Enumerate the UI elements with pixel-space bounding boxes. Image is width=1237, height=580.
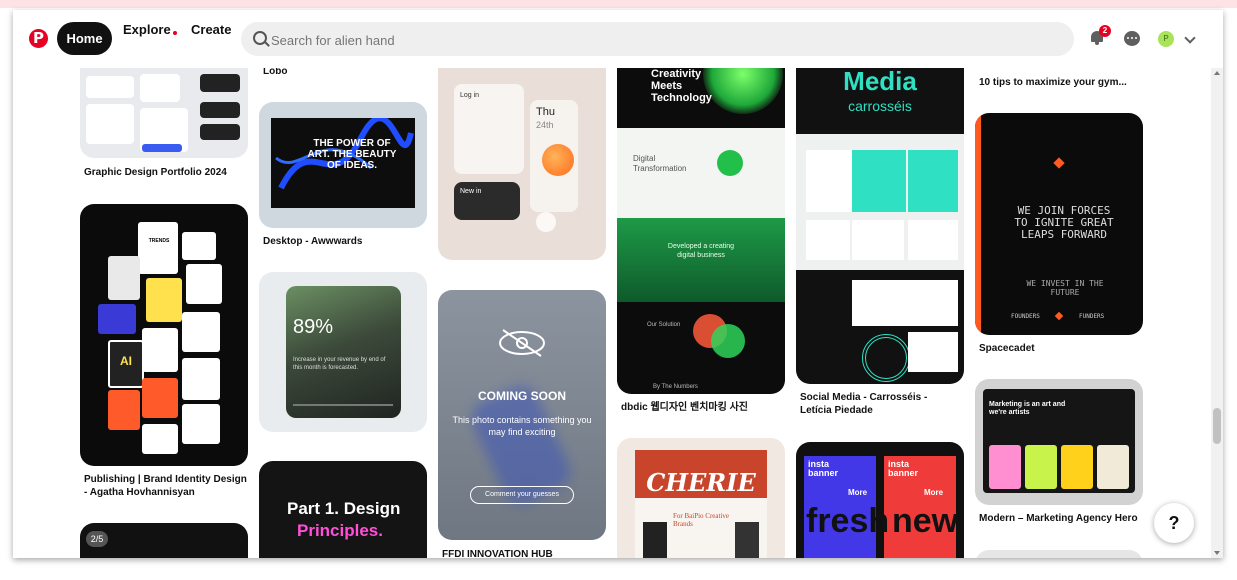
pin-caption[interactable]: Spacecadet — [979, 342, 1139, 355]
founders-label: FOUNDERS — [1011, 313, 1040, 320]
solution-label: Our Solution — [647, 322, 681, 328]
marketing-headline: Marketing is an art and we're artists — [989, 401, 1066, 416]
pin-caption[interactable]: Graphic Design Portfolio 2024 — [84, 166, 249, 179]
pin-caption[interactable]: FFDI INNOVATION HUB — [442, 548, 602, 558]
explore-label: Explore — [123, 22, 171, 37]
chevron-down-icon[interactable] — [1184, 32, 1196, 44]
pin-desktop-awwwards[interactable]: THE POWER OF ART. THE BEAUTY OF IDEAS. — [259, 102, 427, 228]
scroll-down-arrow-icon[interactable] — [1214, 551, 1220, 555]
scroll-up-arrow-icon[interactable] — [1214, 71, 1220, 75]
mid-text: Developed a creating digital business — [667, 243, 735, 259]
slide-counter: 2/5 — [86, 531, 108, 547]
hero-line-1: Creativity — [651, 68, 702, 80]
help-button[interactable]: ? — [1154, 503, 1194, 543]
login-label: Log in — [460, 92, 480, 99]
media-subtitle: carrosséis — [848, 98, 912, 114]
sub-line-2: Transformation — [633, 164, 687, 173]
pin-cherie[interactable]: CHERIE For BaiPio Creative Brands — [617, 438, 785, 558]
spacecadet-subline: WE INVEST IN THE FUTURE — [1026, 279, 1104, 297]
pin-marketing-agency[interactable]: Marketing is an art and we're artists — [975, 379, 1143, 505]
hero-line-3: Technology — [651, 92, 712, 104]
top-nav: P Home Explore Create 2 P — [13, 10, 1223, 68]
sub-line-1: Digital — [633, 154, 656, 163]
top-accent-bar — [0, 0, 1237, 8]
pin-publishing-brand-identity[interactable]: TRENDS AI — [80, 204, 248, 466]
funders-label: FUNDERS — [1079, 313, 1105, 320]
hidden-eye-icon — [499, 329, 545, 357]
search-input[interactable] — [269, 22, 1053, 58]
pin-spacecadet[interactable]: WE JOIN FORCES TO IGNITE GREAT LEAPS FOR… — [975, 113, 1143, 335]
pin-coming-soon[interactable]: COMING SOON This photo contains somethin… — [438, 290, 606, 540]
design-principles-line2: Principles. — [297, 521, 383, 540]
art-headline: THE POWER OF ART. THE BEAUTY OF IDEAS. — [307, 138, 397, 171]
pin-ui-cards[interactable]: Log in Thu 24th New in — [438, 44, 606, 260]
insta-brand-left: insta banner — [808, 459, 839, 478]
home-button[interactable]: Home — [57, 22, 112, 55]
pin-grid: Graphic Design Portfolio 2024 TRENDS AI … — [13, 10, 1223, 558]
hero-line-2: Meets — [651, 80, 683, 92]
revenue-percent: 89% — [293, 316, 334, 338]
new-word: new — [892, 502, 959, 540]
pin-word: AI — [120, 354, 132, 368]
spacecadet-headline: WE JOIN FORCES TO IGNITE GREAT LEAPS FOR… — [1014, 204, 1114, 241]
create-link[interactable]: Create — [191, 22, 231, 55]
search-icon — [253, 31, 267, 45]
explore-link[interactable]: Explore — [123, 22, 177, 55]
media-title: Media — [843, 66, 917, 96]
day-label: Thu — [536, 106, 555, 118]
pin-social-media-carrosseis[interactable]: Media carrosséis — [796, 44, 964, 384]
notification-count-badge: 2 — [1099, 25, 1111, 37]
pin-dark-teaser[interactable]: 2/5 — [80, 523, 248, 558]
more-right: More — [924, 488, 944, 497]
pin-caption[interactable]: dbdic 웹디자인 벤치마킹 사진 — [621, 401, 781, 414]
numbers-label: By The Numbers — [653, 384, 698, 390]
date-label: 24th — [536, 120, 554, 130]
coming-soon-title: COMING SOON — [477, 389, 566, 403]
pin-caption[interactable]: Modern – Marketing Agency Hero — [979, 512, 1139, 525]
search-bar[interactable] — [241, 22, 1074, 58]
revenue-text: Increase in your revenue by end of this … — [293, 357, 386, 371]
pin-caption[interactable]: Social Media - Carrosséis - Letícia Pied… — [800, 391, 960, 417]
unread-dot-icon — [172, 31, 177, 35]
scrollbar-thumb[interactable] — [1213, 408, 1221, 444]
fresh-word: fresh — [806, 502, 890, 540]
cherie-sub: For BaiPio Creative Brands — [673, 512, 729, 528]
page-scrollbar[interactable] — [1211, 68, 1223, 558]
pin-grey-teaser[interactable] — [975, 550, 1143, 558]
pin-digital-transformation[interactable]: Creativity Meets Technology Digital Tran… — [617, 44, 785, 394]
messages-chat-icon[interactable] — [1124, 31, 1140, 46]
design-principles-line1: Part 1. Design — [287, 499, 401, 518]
insta-brand-right: insta banner — [888, 459, 919, 478]
browser-window: Graphic Design Portfolio 2024 TRENDS AI … — [13, 10, 1223, 558]
pin-caption[interactable]: Publishing | Brand Identity Design - Aga… — [84, 473, 249, 499]
comment-guesses-button[interactable]: Comment your guesses — [470, 486, 574, 504]
pin-tag: TRENDS — [148, 238, 170, 244]
pin-revenue-dashboard[interactable]: 89% Increase in your revenue by end of t… — [259, 272, 427, 432]
pin-caption[interactable]: 10 tips to maximize your gym... — [979, 76, 1139, 89]
newin-label: New in — [460, 188, 482, 195]
pin-caption[interactable]: Desktop - Awwwards — [263, 235, 423, 248]
pinterest-logo-icon[interactable]: P — [29, 29, 48, 48]
cherie-title: CHERIE — [646, 468, 756, 497]
more-left: More — [848, 488, 868, 497]
pin-insta-banner[interactable]: insta banner insta banner More More fres… — [796, 442, 964, 558]
pin-design-principles[interactable]: Part 1. Design Principles. — [259, 461, 427, 558]
user-avatar[interactable]: P — [1158, 31, 1174, 47]
coming-soon-text: This photo contains something you may fi… — [452, 415, 592, 437]
